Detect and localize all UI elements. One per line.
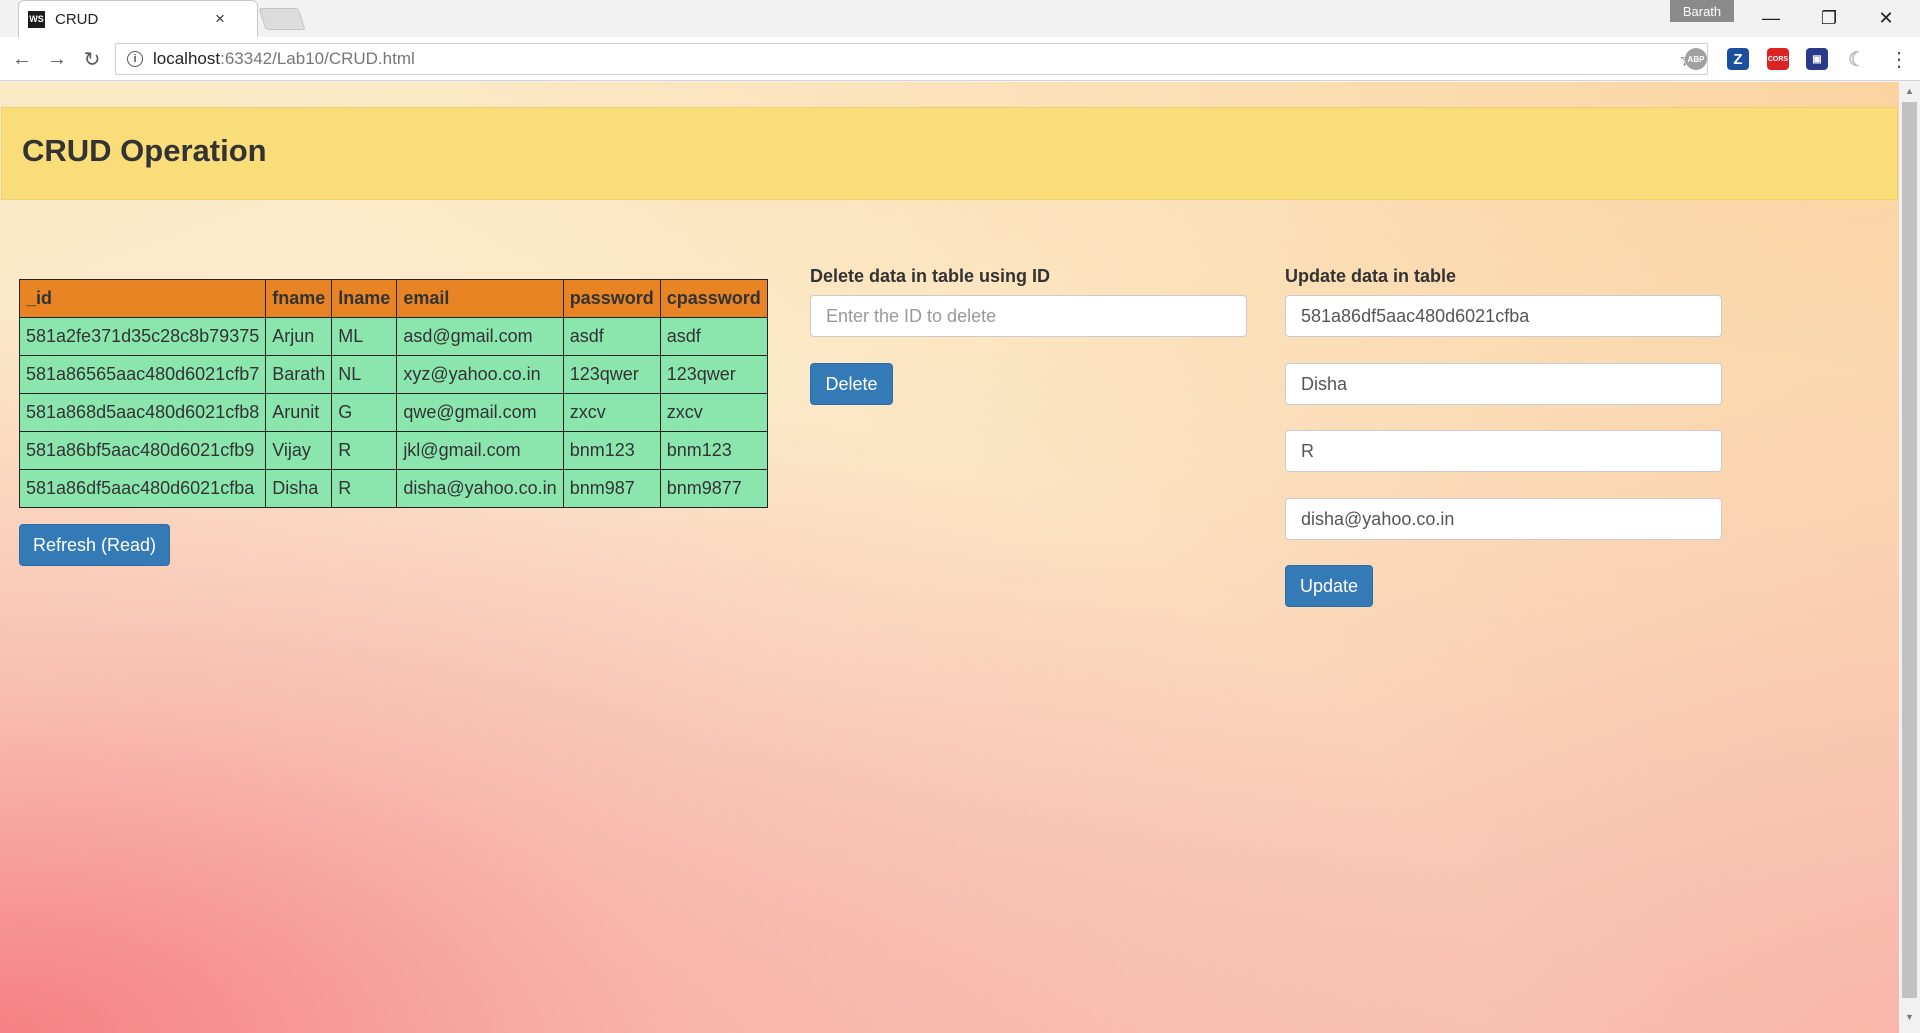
table-row: 581a868d5aac480d6021cfb8 Arunit G qwe@gm… bbox=[18, 393, 768, 432]
table-cell: bnm9877 bbox=[659, 469, 768, 508]
table-cell: 581a86df5aac480d6021cfba bbox=[18, 469, 267, 508]
table-cell: jkl@gmail.com bbox=[396, 431, 564, 470]
table-cell: bnm123 bbox=[659, 431, 768, 470]
scroll-thumb[interactable] bbox=[1902, 102, 1917, 998]
update-fname-field[interactable]: Disha bbox=[1285, 363, 1722, 405]
address-bar[interactable]: i localhost:63342/Lab10/CRUD.html ☆ bbox=[115, 43, 1708, 75]
info-icon[interactable]: i bbox=[127, 51, 143, 67]
table-cell: asdf bbox=[659, 317, 768, 356]
column-header: fname bbox=[265, 279, 333, 318]
table-cell: asdf bbox=[562, 317, 661, 356]
refresh-read-button[interactable]: Refresh (Read) bbox=[19, 524, 170, 566]
table-cell: asd@gmail.com bbox=[396, 317, 564, 356]
table-cell: R bbox=[331, 431, 398, 470]
table-cell: 581a2fe371d35c28c8b79375 bbox=[18, 317, 267, 356]
close-window-icon[interactable]: ✕ bbox=[1866, 4, 1906, 32]
url-text: localhost:63342/Lab10/CRUD.html bbox=[153, 49, 1679, 69]
table-cell: 581a868d5aac480d6021cfb8 bbox=[18, 393, 267, 432]
zotero-icon[interactable]: Z bbox=[1727, 48, 1749, 70]
doc-extension-icon[interactable]: ▣ bbox=[1806, 48, 1828, 70]
table-row: 581a86565aac480d6021cfb7 Barath NL xyz@y… bbox=[18, 355, 768, 394]
table-cell: R bbox=[331, 469, 398, 508]
table-cell: Barath bbox=[265, 355, 333, 394]
delete-id-input[interactable]: Enter the ID to delete bbox=[810, 295, 1247, 337]
table-row: 581a86bf5aac480d6021cfb9 Vijay R jkl@gma… bbox=[18, 431, 768, 470]
cors-icon[interactable]: CORS bbox=[1767, 48, 1789, 70]
tab-content: WS CRUD × bbox=[28, 9, 228, 29]
table-cell: zxcv bbox=[659, 393, 768, 432]
browser-toolbar: ← → ↻ i localhost:63342/Lab10/CRUD.html … bbox=[0, 37, 1920, 81]
url-host: localhost bbox=[153, 49, 221, 68]
table-cell: bnm987 bbox=[562, 469, 661, 508]
table-cell: Vijay bbox=[265, 431, 333, 470]
table-cell: NL bbox=[331, 355, 398, 394]
table-cell: 581a86bf5aac480d6021cfb9 bbox=[18, 431, 267, 470]
column-header: lname bbox=[331, 279, 398, 318]
table-cell: 123qwer bbox=[562, 355, 661, 394]
table-cell: ML bbox=[331, 317, 398, 356]
page-header: CRUD Operation bbox=[1, 107, 1898, 200]
page-title: CRUD Operation bbox=[22, 133, 267, 168]
update-button[interactable]: Update bbox=[1285, 565, 1373, 607]
table-cell: qwe@gmail.com bbox=[396, 393, 564, 432]
table-cell: 581a86565aac480d6021cfb7 bbox=[18, 355, 267, 394]
scroll-up-arrow-icon[interactable]: ▲ bbox=[1899, 86, 1920, 98]
table-cell: Disha bbox=[265, 469, 333, 508]
browser-titlebar: WS CRUD × Barath — ❐ ✕ bbox=[0, 0, 1920, 37]
url-path: :63342/Lab10/CRUD.html bbox=[220, 49, 415, 68]
adblock-icon[interactable]: ABP bbox=[1685, 48, 1707, 70]
back-arrow-icon[interactable]: ← bbox=[8, 45, 36, 73]
webstorm-icon: WS bbox=[28, 10, 45, 28]
restore-icon[interactable]: ❐ bbox=[1809, 4, 1849, 32]
column-header: email bbox=[396, 279, 564, 318]
moon-extension-icon[interactable]: ☾ bbox=[1846, 48, 1868, 71]
minimize-icon[interactable]: — bbox=[1751, 4, 1791, 32]
scroll-down-arrow-icon[interactable]: ▼ bbox=[1899, 1012, 1920, 1024]
vertical-scrollbar[interactable]: ▲ ▼ bbox=[1899, 82, 1920, 1033]
reload-icon[interactable]: ↻ bbox=[78, 45, 106, 73]
column-header: password bbox=[562, 279, 661, 318]
table-header-row: _id fname lname email password cpassword bbox=[18, 279, 768, 318]
tab-title: CRUD bbox=[55, 10, 99, 28]
tab-close-icon[interactable]: × bbox=[212, 9, 228, 29]
table-cell: Arjun bbox=[265, 317, 333, 356]
page-viewport: CRUD Operation _id fname lname email pas… bbox=[0, 82, 1920, 1033]
column-header: _id bbox=[18, 279, 267, 318]
table-cell: zxcv bbox=[562, 393, 661, 432]
menu-kebab-icon[interactable]: ⋮ bbox=[1888, 48, 1910, 71]
update-lname-field[interactable]: R bbox=[1285, 430, 1722, 472]
update-id-field[interactable]: 581a86df5aac480d6021cfba bbox=[1285, 295, 1722, 337]
table-cell: bnm123 bbox=[562, 431, 661, 470]
forward-arrow-icon[interactable]: → bbox=[43, 45, 71, 73]
new-tab-button[interactable] bbox=[258, 8, 306, 30]
table-row: 581a2fe371d35c28c8b79375 Arjun ML asd@gm… bbox=[18, 317, 768, 356]
profile-button[interactable]: Barath bbox=[1670, 0, 1734, 22]
delete-button[interactable]: Delete bbox=[810, 363, 893, 405]
records-table: _id fname lname email password cpassword… bbox=[18, 279, 768, 508]
delete-heading: Delete data in table using ID bbox=[810, 266, 1051, 286]
table-cell: G bbox=[331, 393, 398, 432]
column-header: cpassword bbox=[659, 279, 768, 318]
table-cell: disha@yahoo.co.in bbox=[396, 469, 564, 508]
table-cell: 123qwer bbox=[659, 355, 768, 394]
table-row: 581a86df5aac480d6021cfba Disha R disha@y… bbox=[18, 469, 768, 508]
table-cell: xyz@yahoo.co.in bbox=[396, 355, 564, 394]
update-heading: Update data in table bbox=[1285, 266, 1457, 286]
table-cell: Arunit bbox=[265, 393, 333, 432]
update-email-field[interactable]: disha@yahoo.co.in bbox=[1285, 498, 1722, 540]
